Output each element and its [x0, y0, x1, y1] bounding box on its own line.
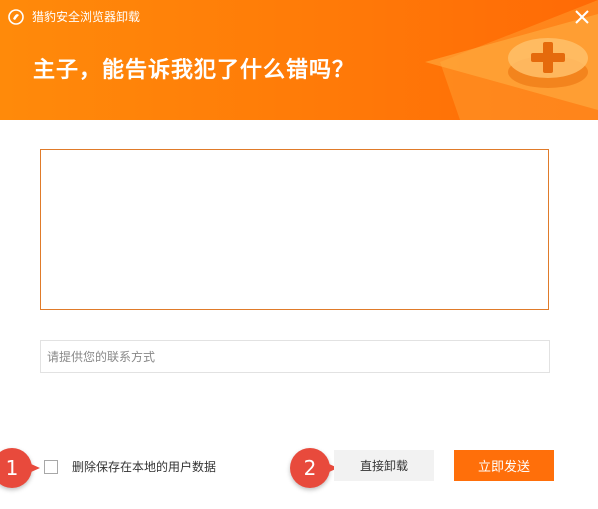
- delete-user-data-checkbox[interactable]: [44, 460, 58, 474]
- delete-user-data-label[interactable]: 删除保存在本地的用户数据: [72, 459, 216, 475]
- close-icon[interactable]: [570, 6, 594, 28]
- annotation-badge-2: 2: [290, 448, 338, 488]
- window-title: 猎豹安全浏览器卸载: [32, 10, 141, 24]
- header-banner: 猎豹安全浏览器卸载 主子，能告诉我犯了什么错吗？: [0, 0, 598, 120]
- page-headline: 主子，能告诉我犯了什么错吗？: [33, 58, 356, 83]
- contact-input[interactable]: [40, 340, 550, 373]
- uninstall-button[interactable]: 直接卸载: [334, 450, 434, 481]
- send-button[interactable]: 立即发送: [454, 450, 554, 481]
- feedback-textarea[interactable]: [40, 149, 549, 310]
- annotation-badge-1: 1: [0, 448, 40, 488]
- cheetah-logo-icon: [8, 9, 24, 25]
